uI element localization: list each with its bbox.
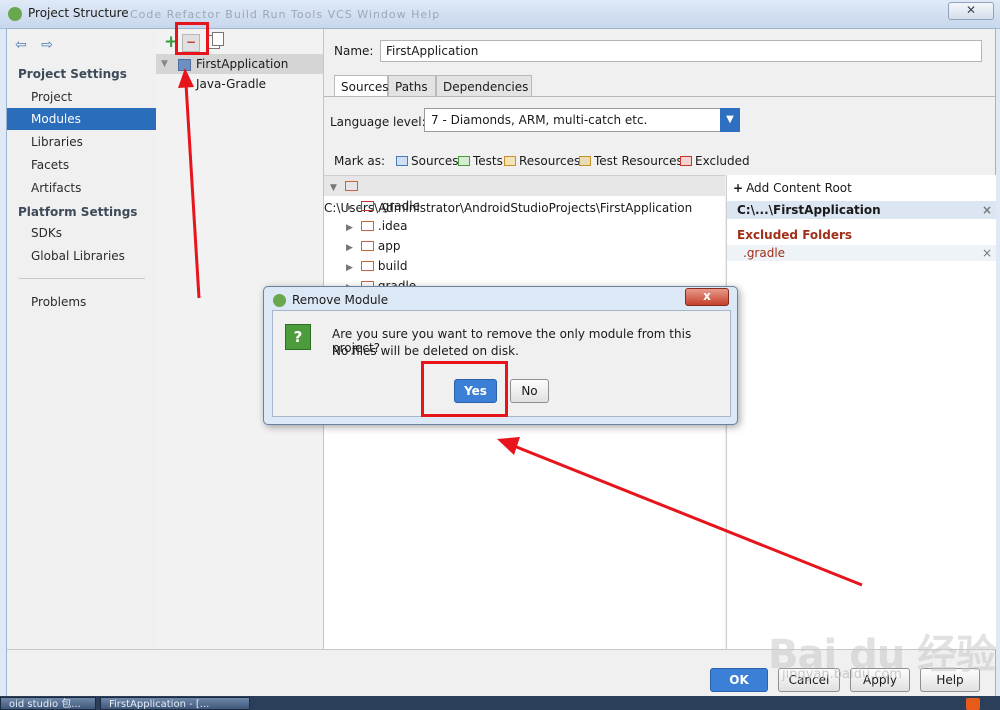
annotation-arrow-line xyxy=(184,83,201,299)
annotation-arrows xyxy=(178,68,863,587)
annotation-arrow-head xyxy=(497,437,520,455)
annotation-arrow-line xyxy=(513,444,863,587)
annotation-arrow-head xyxy=(178,68,194,88)
taskbar-item-firstapplication[interactable]: FirstApplication - [... xyxy=(100,697,250,710)
taskbar-item-android-studio[interactable]: oid studio 包... xyxy=(0,697,96,710)
windows-taskbar: oid studio 包... FirstApplication - [... xyxy=(0,696,1000,710)
tray-icon[interactable] xyxy=(966,698,980,710)
